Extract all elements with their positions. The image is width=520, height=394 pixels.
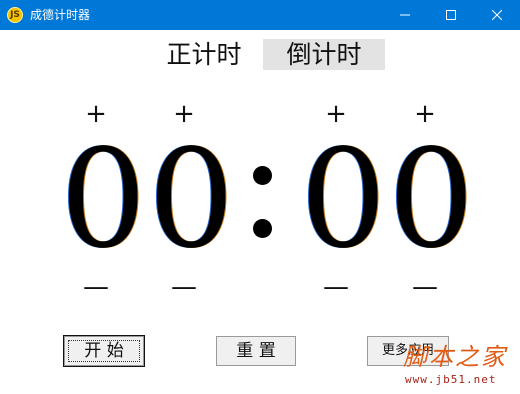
minutes-ones-digit: 0 <box>148 121 235 279</box>
title-bar[interactable]: JS 成德计时器 <box>0 0 520 30</box>
seconds-tens-decrement-button[interactable]: — <box>321 272 351 302</box>
minutes-ones-decrement-button[interactable]: — <box>169 272 199 302</box>
seconds-ones-decrement-button[interactable]: — <box>410 272 440 302</box>
maximize-icon <box>446 10 456 20</box>
tab-count-up[interactable]: 正计时 <box>158 39 250 70</box>
minutes-tens-digit: 0 <box>60 121 147 279</box>
seconds-tens-digit: 0 <box>300 121 387 279</box>
site-watermark: 脚本之家 www.jb51.net <box>387 342 520 392</box>
close-icon <box>492 10 502 20</box>
separator-colon-bottom <box>253 219 272 238</box>
maximize-button[interactable] <box>428 0 474 30</box>
app-icon: JS <box>7 7 23 23</box>
reset-button[interactable]: 重 置 <box>216 336 296 366</box>
separator-colon-top <box>253 166 272 185</box>
watermark-logo-text: 脚本之家 <box>403 343 507 371</box>
minutes-tens-decrement-button[interactable]: — <box>81 272 111 302</box>
app-window: JS 成德计时器 正计时 倒计时 + + + + 0 0 0 0 — — — — <box>0 0 520 394</box>
minimize-icon <box>400 14 410 16</box>
start-button[interactable]: 开 始 <box>63 335 145 367</box>
minimize-button[interactable] <box>382 0 428 30</box>
window-title: 成德计时器 <box>30 8 91 22</box>
reset-button-label: 重 置 <box>236 341 276 361</box>
seconds-ones-digit: 0 <box>388 121 475 279</box>
watermark-url: www.jb51.net <box>405 373 497 386</box>
focus-ring <box>68 340 140 362</box>
tab-count-down[interactable]: 倒计时 <box>263 39 385 70</box>
close-button[interactable] <box>474 0 520 30</box>
